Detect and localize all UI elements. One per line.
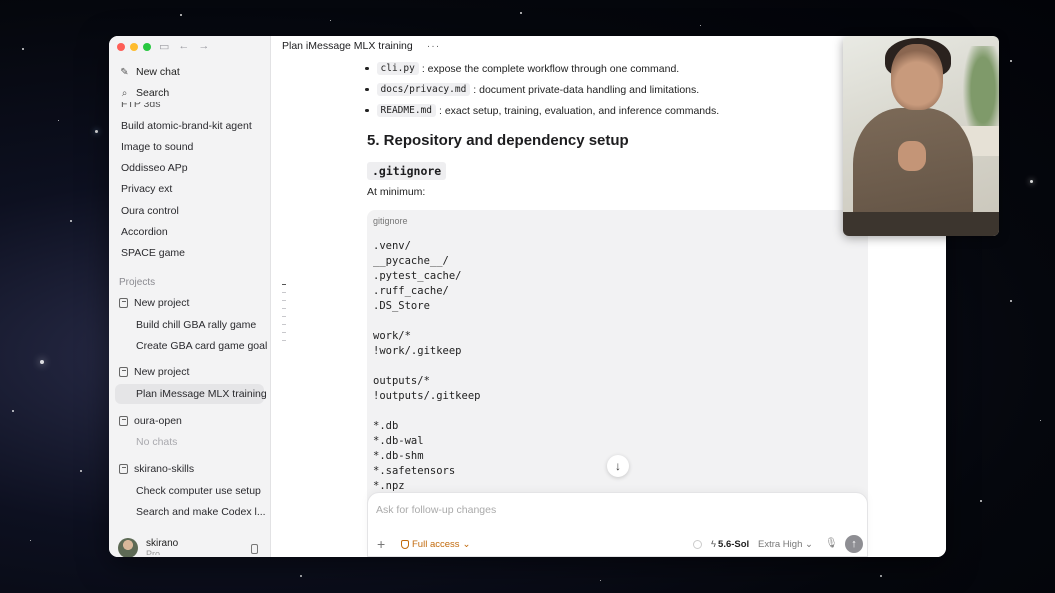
new-chat-label: New chat bbox=[136, 66, 180, 78]
context-usage-icon[interactable] bbox=[693, 540, 702, 549]
webcam-overlay bbox=[843, 36, 999, 236]
chat-item[interactable]: Accordion bbox=[121, 226, 168, 238]
folder-icon bbox=[119, 367, 128, 377]
close-window-button[interactable] bbox=[117, 43, 125, 51]
project-item[interactable]: oura-open bbox=[119, 415, 182, 427]
folder-icon bbox=[119, 298, 128, 308]
folder-icon bbox=[119, 464, 128, 474]
chat-item[interactable]: Privacy ext bbox=[121, 183, 172, 195]
person-head bbox=[891, 44, 943, 110]
search-button[interactable]: ⌕ Search bbox=[119, 87, 170, 99]
inline-code: cli.py bbox=[376, 62, 419, 75]
no-chats-label: No chats bbox=[136, 436, 178, 448]
desk bbox=[843, 212, 999, 236]
minimize-window-button[interactable] bbox=[130, 43, 138, 51]
chat-item[interactable]: SPACE game bbox=[121, 247, 185, 259]
avatar bbox=[118, 538, 138, 557]
bolt-icon: ϟ bbox=[711, 539, 717, 550]
scroll-to-bottom-button[interactable]: ↓ bbox=[607, 455, 629, 477]
list-item: README.md : exact setup, training, evalu… bbox=[376, 104, 720, 117]
project-name: skirano-skills bbox=[134, 463, 195, 475]
arrow-up-icon: ↑ bbox=[851, 538, 857, 550]
folder-icon bbox=[119, 416, 128, 426]
chat-item[interactable]: Image to sound bbox=[121, 141, 193, 153]
person-hand bbox=[898, 141, 926, 171]
inline-code: docs/privacy.md bbox=[376, 83, 471, 96]
header: Plan iMessage MLX training ··· bbox=[282, 40, 440, 52]
new-chat-button[interactable]: ✎ New chat bbox=[119, 66, 180, 78]
projects-heading: Projects bbox=[119, 277, 156, 288]
file-label: .gitignore bbox=[367, 162, 447, 180]
model-label: 5.6-Sol bbox=[718, 539, 750, 550]
list-item: docs/privacy.md : document private-data … bbox=[376, 83, 700, 96]
app-window: ▭ ← → ✎ New chat ⌕ Search FTP 3ds Build … bbox=[109, 36, 946, 557]
maximize-window-button[interactable] bbox=[143, 43, 151, 51]
code-language-label: gitignore bbox=[373, 216, 408, 226]
chat-item[interactable]: Build atomic-brand-kit agent bbox=[121, 120, 252, 132]
effort-dropdown[interactable]: Extra High ⌄ bbox=[758, 539, 813, 550]
chat-item[interactable]: FTP 3ds bbox=[121, 102, 161, 110]
sidebar-toggle-icon[interactable]: ▭ bbox=[159, 40, 169, 53]
add-attachment-button[interactable]: + bbox=[377, 536, 385, 552]
window-controls bbox=[117, 43, 151, 51]
user-profile[interactable]: skirano Pro bbox=[118, 538, 178, 557]
list-item-text: : expose the complete workflow through o… bbox=[421, 62, 680, 75]
composer: Ask for follow-up changes + Full access … bbox=[367, 492, 868, 557]
list-item: cli.py : expose the complete workflow th… bbox=[376, 62, 680, 75]
chevron-down-icon: ⌄ bbox=[462, 539, 471, 550]
search-icon: ⌕ bbox=[121, 87, 128, 99]
project-chat-item[interactable]: Create GBA card game goal bbox=[136, 340, 267, 352]
phone-icon[interactable] bbox=[251, 544, 258, 554]
shield-icon bbox=[401, 540, 409, 549]
compose-icon: ✎ bbox=[120, 66, 129, 78]
project-name: New project bbox=[134, 297, 190, 309]
model-selector[interactable]: ϟ 5.6-Sol bbox=[711, 539, 749, 550]
project-name: oura-open bbox=[134, 415, 182, 427]
search-label: Search bbox=[136, 87, 170, 99]
project-item[interactable]: New project bbox=[119, 366, 189, 378]
forward-arrow-icon[interactable]: → bbox=[198, 40, 209, 53]
list-item-text: : document private-data handling and lim… bbox=[473, 83, 700, 96]
sidebar: ▭ ← → ✎ New chat ⌕ Search FTP 3ds Build … bbox=[109, 36, 271, 557]
effort-label: Extra High bbox=[758, 539, 803, 550]
microphone-icon[interactable]: 🎙 bbox=[825, 538, 838, 549]
composer-toolbar: + Full access ⌄ ϟ 5.6-Sol Extra High ⌄ 🎙 … bbox=[368, 535, 867, 553]
inline-code: README.md bbox=[376, 104, 436, 117]
sidebar-toolbar: ▭ ← → bbox=[159, 40, 209, 53]
more-options-button[interactable]: ··· bbox=[427, 40, 441, 52]
list-item-text: : exact setup, training, evaluation, and… bbox=[438, 104, 720, 117]
project-chat-item-active[interactable]: Plan iMessage MLX training bbox=[115, 384, 267, 404]
section-heading: 5. Repository and dependency setup bbox=[367, 132, 629, 149]
chat-item[interactable]: Oura control bbox=[121, 205, 179, 217]
code-content: .venv/ __pycache__/ .pytest_cache/ .ruff… bbox=[373, 240, 481, 492]
scroll-minimap[interactable] bbox=[282, 284, 286, 348]
project-item[interactable]: skirano-skills bbox=[119, 463, 194, 475]
user-name: skirano bbox=[146, 538, 179, 549]
project-name: New project bbox=[134, 366, 190, 378]
project-chat-item[interactable]: Search and make Codex l... bbox=[136, 506, 266, 518]
thread-title: Plan iMessage MLX training bbox=[282, 40, 413, 52]
project-item[interactable]: New project bbox=[119, 297, 189, 309]
prompt-input[interactable]: Ask for follow-up changes bbox=[376, 504, 496, 516]
access-dropdown[interactable]: Full access ⌄ bbox=[401, 539, 470, 550]
access-label: Full access bbox=[412, 539, 460, 550]
send-button[interactable]: ↑ bbox=[845, 535, 863, 553]
back-arrow-icon[interactable]: ← bbox=[178, 40, 189, 53]
chat-item[interactable]: Oddisseo APp bbox=[121, 162, 188, 174]
project-chat-item[interactable]: Build chill GBA rally game bbox=[136, 319, 256, 331]
intro-text: At minimum: bbox=[367, 186, 426, 198]
user-plan: Pro bbox=[146, 549, 161, 555]
project-chat-item[interactable]: Check computer use setup bbox=[136, 485, 261, 497]
arrow-down-icon: ↓ bbox=[615, 459, 621, 473]
